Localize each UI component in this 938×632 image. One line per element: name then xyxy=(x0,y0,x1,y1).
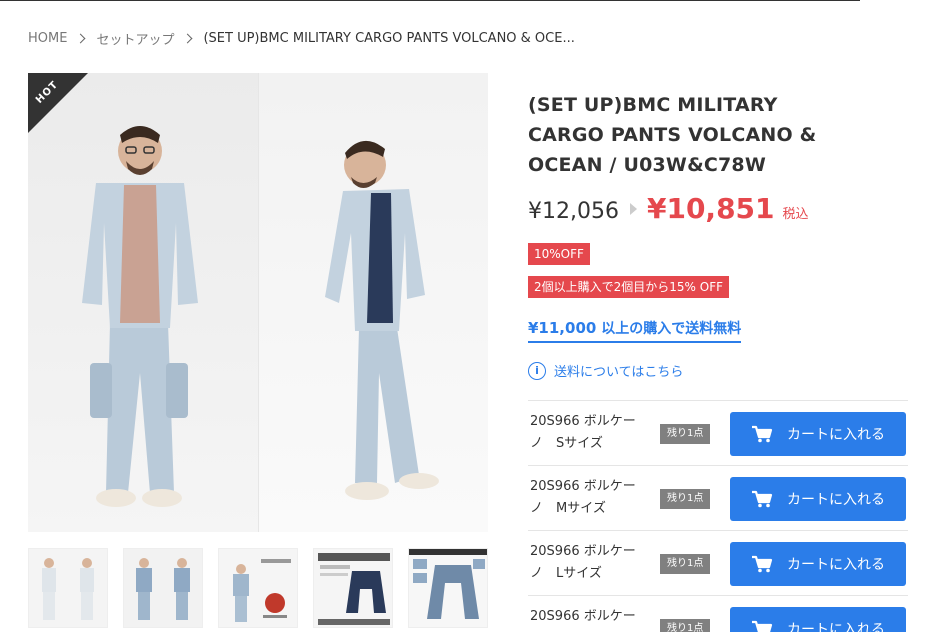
model-side-figure xyxy=(325,140,439,500)
free-shipping-amount: ¥11,000 xyxy=(528,319,597,337)
stock-badge: 残り1点 xyxy=(660,489,711,509)
breadcrumb-category-link[interactable]: セットアップ xyxy=(96,29,174,48)
thumbnail-image xyxy=(314,549,392,627)
model-front-photo xyxy=(28,73,258,532)
cart-icon xyxy=(751,620,773,632)
variant-list: 20S966 ボルケーノ Sサイズ 残り1点 カートに入れる 20S966 ボル… xyxy=(528,400,908,632)
stock-badge: 残り1点 xyxy=(660,554,711,574)
breadcrumb-current: (SET UP)BMC MILITARY CARGO PANTS VOLCANO… xyxy=(203,30,575,46)
add-to-cart-label: カートに入れる xyxy=(787,557,885,573)
variant-row: 20S966 ボルケーノ Sサイズ 残り1点 カートに入れる xyxy=(528,401,908,466)
discount-badge: 10%OFF xyxy=(528,243,590,265)
product-title: (SET UP)BMC MILITARY CARGO PANTS VOLCANO… xyxy=(528,94,817,176)
chevron-right-icon xyxy=(183,33,193,43)
thumbnail-image xyxy=(124,549,202,627)
variant-row: 20S966 ボルケーノ Lサイズ 残り1点 カートに入れる xyxy=(528,531,908,596)
original-price: ¥12,056 xyxy=(528,199,619,224)
sale-price: ¥10,851 xyxy=(646,192,775,225)
variant-name: 20S966 ボルケーノ Mサイズ xyxy=(530,479,636,516)
variant-row: 20S966 ボルケーノ 残り1点 カートに入れる xyxy=(528,596,908,632)
thumbnail-image xyxy=(29,549,107,627)
thumbnail-3[interactable] xyxy=(218,548,298,628)
top-divider xyxy=(0,0,860,1)
thumbnail-1[interactable] xyxy=(28,548,108,628)
thumbnail-2[interactable] xyxy=(123,548,203,628)
variant-name: 20S966 ボルケーノ Lサイズ xyxy=(530,544,636,581)
triangle-right-icon xyxy=(629,203,637,215)
model-side-photo xyxy=(258,73,488,532)
cart-icon xyxy=(751,490,773,508)
variant-name: 20S966 ボルケーノ Sサイズ xyxy=(530,414,636,451)
stock-badge: 残り1点 xyxy=(660,619,711,632)
thumbnail-image xyxy=(219,549,297,627)
add-to-cart-label: カートに入れる xyxy=(787,427,885,443)
breadcrumb-home-link[interactable]: HOME xyxy=(28,31,67,46)
breadcrumb: HOME セットアップ (SET UP)BMC MILITARY CARGO P… xyxy=(28,29,575,48)
free-shipping-text: 以上の購入で送料無料 xyxy=(601,321,742,337)
shipping-info-label: 送料についてはこちら xyxy=(554,365,684,380)
add-to-cart-button[interactable]: カートに入れる xyxy=(730,412,906,456)
add-to-cart-button[interactable]: カートに入れる xyxy=(730,477,906,521)
tax-label: 税込 xyxy=(782,207,809,222)
free-shipping-notice: ¥11,000 以上の購入で送料無料 xyxy=(528,318,742,343)
variant-name: 20S966 ボルケーノ xyxy=(530,609,636,632)
add-to-cart-button[interactable]: カートに入れる xyxy=(730,607,906,632)
add-to-cart-button[interactable]: カートに入れる xyxy=(730,542,906,586)
main-product-image[interactable]: HOT xyxy=(28,73,488,532)
thumbnail-4[interactable] xyxy=(313,548,393,628)
thumbnail-image xyxy=(409,549,487,627)
cart-icon xyxy=(751,555,773,573)
variant-row: 20S966 ボルケーノ Mサイズ 残り1点 カートに入れる xyxy=(528,466,908,531)
model-front-figure xyxy=(82,126,198,507)
price-row: ¥12,056 ¥10,851 税込 xyxy=(528,192,809,225)
multi-buy-badge: 2個以上購入で2個目から15% OFF xyxy=(528,276,730,298)
stock-badge: 残り1点 xyxy=(660,424,711,444)
thumbnail-strip xyxy=(28,548,488,628)
cart-icon xyxy=(751,425,773,443)
info-icon: i xyxy=(528,361,546,380)
thumbnail-5[interactable] xyxy=(408,548,488,628)
shipping-info-link[interactable]: i 送料についてはこちら xyxy=(528,361,683,380)
add-to-cart-label: カートに入れる xyxy=(787,492,885,508)
chevron-right-icon xyxy=(76,33,86,43)
hot-badge-ribbon xyxy=(28,73,88,133)
add-to-cart-label: カートに入れる xyxy=(787,622,885,632)
